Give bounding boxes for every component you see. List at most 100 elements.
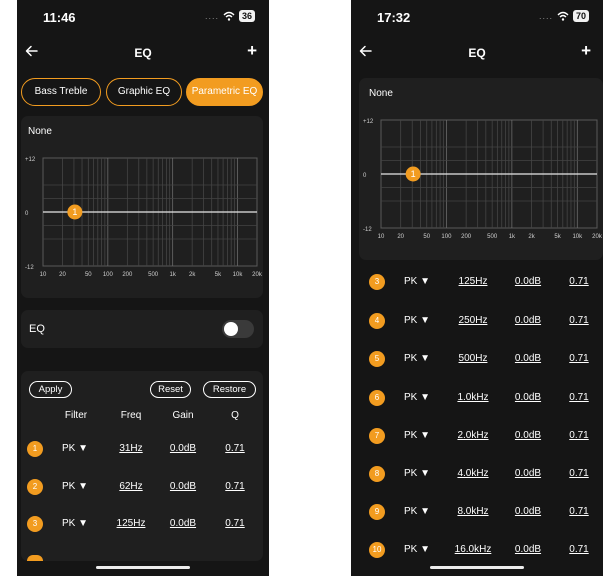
- apply-button[interactable]: Apply: [29, 381, 72, 398]
- column-header-filter: Filter: [64, 410, 88, 421]
- column-header-q: Q: [231, 410, 239, 421]
- x-tick-label: 100: [103, 272, 114, 278]
- q-value[interactable]: 0.71: [563, 544, 595, 555]
- filter-type-select[interactable]: PK ▼: [397, 392, 437, 403]
- band-number-badge: 3: [369, 274, 385, 290]
- tab-graphic-eq[interactable]: Graphic EQ: [106, 78, 182, 106]
- column-header-gain: Gain: [172, 410, 194, 421]
- band-number-badge: 8: [369, 466, 385, 482]
- q-value[interactable]: 0.71: [563, 430, 595, 441]
- filter-type-select[interactable]: PK ▼: [397, 544, 437, 555]
- x-tick-label: 1k: [509, 234, 516, 240]
- q-value[interactable]: 0.71: [219, 481, 251, 492]
- x-tick-label: 20k: [252, 272, 263, 278]
- eq-toggle-card: EQ: [21, 310, 263, 348]
- q-value[interactable]: 0.71: [563, 468, 595, 479]
- x-tick-label: 10: [378, 234, 385, 240]
- tab-bass-treble[interactable]: Bass Treble: [21, 78, 101, 106]
- band-number-badge: 7: [369, 428, 385, 444]
- q-value[interactable]: 0.71: [219, 518, 251, 529]
- gain-value[interactable]: 0.0dB: [506, 353, 550, 364]
- y-tick-label: 0: [25, 211, 29, 217]
- filter-type-select[interactable]: PK ▼: [397, 315, 437, 326]
- gain-value[interactable]: 0.0dB: [161, 518, 205, 529]
- gain-value[interactable]: 0.0dB: [506, 276, 550, 287]
- frequency-value[interactable]: 125Hz: [451, 276, 495, 287]
- eq-response-chart[interactable]: +12 0 -12 10 20 50 100 200 500 1k 2k 5k 10k 20k 1: [21, 150, 263, 290]
- frequency-value[interactable]: 125Hz: [110, 518, 152, 529]
- x-tick-label: 20k: [592, 234, 603, 240]
- x-tick-label: 20: [397, 234, 404, 240]
- filter-type-select[interactable]: PK ▼: [397, 506, 437, 517]
- gain-value[interactable]: 0.0dB: [161, 443, 205, 454]
- filter-type-select[interactable]: PK ▼: [397, 468, 437, 479]
- x-tick-label: 1k: [169, 272, 176, 278]
- gain-value[interactable]: 0.0dB: [506, 544, 550, 555]
- wifi-icon: [223, 11, 235, 21]
- filter-type-select[interactable]: PK ▼: [397, 276, 437, 287]
- x-tick-label: 200: [461, 234, 472, 240]
- q-value[interactable]: 0.71: [219, 443, 251, 454]
- x-tick-label: 5k: [554, 234, 561, 240]
- gain-value[interactable]: 0.0dB: [506, 430, 550, 441]
- filter-type-select[interactable]: PK ▼: [397, 430, 437, 441]
- frequency-value[interactable]: 2.0kHz: [451, 430, 495, 441]
- band-row: 1 PK ▼ 31Hz 0.0dB 0.71: [21, 439, 263, 459]
- frequency-value[interactable]: 16.0kHz: [451, 544, 495, 555]
- band-row: 10 PK ▼ 16.0kHz 0.0dB 0.71: [351, 540, 603, 560]
- band-number-badge: 9: [369, 504, 385, 520]
- nav-bar: EQ +: [351, 38, 603, 68]
- band-number-badge: 6: [369, 390, 385, 406]
- frequency-value[interactable]: 8.0kHz: [451, 506, 495, 517]
- filter-type-select[interactable]: PK ▼: [55, 518, 95, 529]
- q-value[interactable]: 0.71: [563, 276, 595, 287]
- x-tick-label: 200: [122, 272, 133, 278]
- restore-button[interactable]: Restore: [203, 381, 256, 398]
- band-row: 6 PK ▼ 1.0kHz 0.0dB 0.71: [351, 388, 603, 408]
- status-icons: .... 36: [205, 10, 255, 22]
- x-tick-label: 10: [40, 272, 47, 278]
- status-bar: 11:46 .... 36: [17, 0, 269, 34]
- frequency-value[interactable]: 250Hz: [451, 315, 495, 326]
- x-tick-label: 5k: [215, 272, 222, 278]
- band-number-badge: 3: [27, 516, 43, 532]
- band-number-badge: 2: [27, 479, 43, 495]
- preset-name: None: [28, 126, 52, 137]
- status-time: 11:46: [43, 10, 76, 25]
- filter-type-select[interactable]: PK ▼: [55, 443, 95, 454]
- q-value[interactable]: 0.71: [563, 392, 595, 403]
- band-number-badge: 5: [369, 351, 385, 367]
- plus-icon[interactable]: +: [247, 41, 257, 61]
- q-value[interactable]: 0.71: [563, 353, 595, 364]
- x-tick-label: 2k: [189, 272, 196, 278]
- gain-value[interactable]: 0.0dB: [506, 468, 550, 479]
- gain-value[interactable]: 0.0dB: [506, 392, 550, 403]
- eq-response-chart[interactable]: +12 0 -12 10 20 50 100 200 500 1k 2k 5k 10k 20k 1: [359, 112, 603, 252]
- reset-button[interactable]: Reset: [150, 381, 191, 398]
- plus-icon[interactable]: +: [581, 41, 591, 61]
- frequency-value[interactable]: 4.0kHz: [451, 468, 495, 479]
- frequency-value[interactable]: 31Hz: [110, 443, 152, 454]
- q-value[interactable]: 0.71: [563, 506, 595, 517]
- signal-icon: ....: [204, 11, 219, 21]
- band-handle-label: 1: [72, 207, 77, 217]
- tab-parametric-eq[interactable]: Parametric EQ: [186, 78, 263, 106]
- eq-toggle-switch[interactable]: [222, 320, 254, 338]
- frequency-value[interactable]: 1.0kHz: [451, 392, 495, 403]
- y-tick-label: -12: [25, 265, 34, 271]
- gain-value[interactable]: 0.0dB: [161, 481, 205, 492]
- band-row: 2 PK ▼ 62Hz 0.0dB 0.71: [21, 477, 263, 497]
- gain-value[interactable]: 0.0dB: [506, 315, 550, 326]
- x-tick-label: 500: [148, 272, 159, 278]
- y-tick-label: +12: [25, 157, 36, 163]
- band-row: 4 PK ▼ 250Hz 0.0dB 0.71: [351, 311, 603, 331]
- y-tick-label: 0: [363, 173, 367, 179]
- filter-type-select[interactable]: PK ▼: [55, 481, 95, 492]
- parametric-table-card: Apply Reset Restore Filter Freq Gain Q 1…: [21, 371, 263, 561]
- frequency-value[interactable]: 62Hz: [110, 481, 152, 492]
- filter-type-select[interactable]: PK ▼: [397, 353, 437, 364]
- page-title: EQ: [468, 46, 486, 60]
- gain-value[interactable]: 0.0dB: [506, 506, 550, 517]
- frequency-value[interactable]: 500Hz: [451, 353, 495, 364]
- q-value[interactable]: 0.71: [563, 315, 595, 326]
